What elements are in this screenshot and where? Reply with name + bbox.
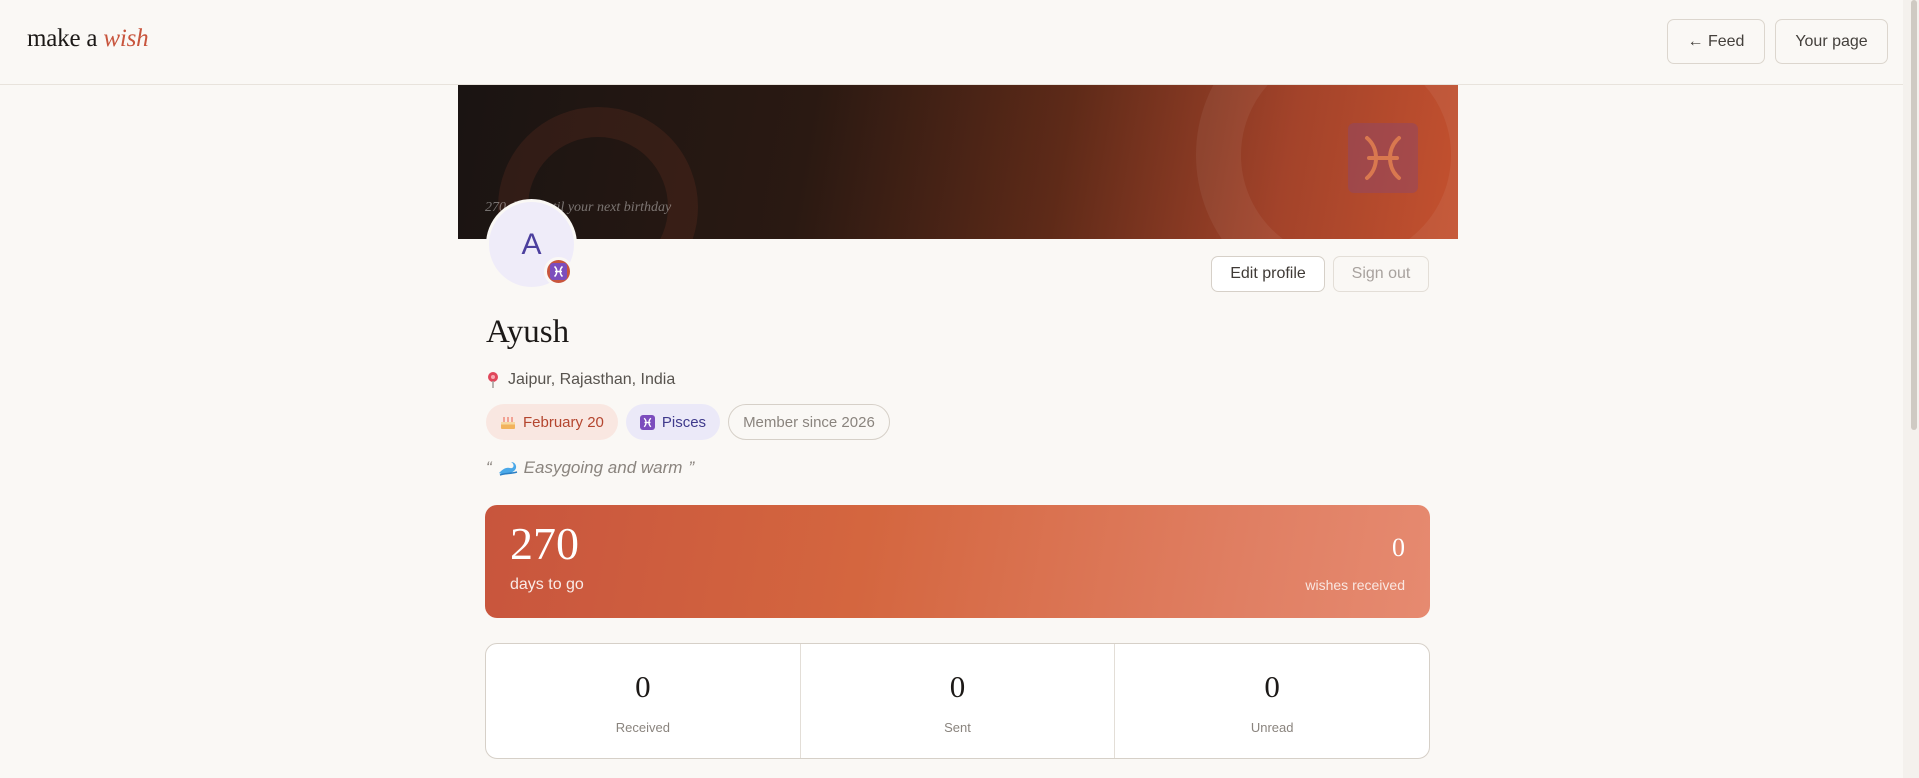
- pisces-icon: [1348, 123, 1418, 193]
- profile-quote: “ Easygoing and warm ”: [486, 456, 694, 480]
- banner-ring-decoration: [1196, 85, 1458, 239]
- zodiac-text: Pisces: [661, 413, 707, 431]
- stat-value: 0: [949, 669, 966, 704]
- stat-value: 0: [635, 669, 651, 704]
- logo-accent-text: wish: [103, 25, 149, 52]
- wishes-received-number: 0: [1392, 533, 1405, 562]
- pisces-glyph: [1365, 136, 1401, 180]
- feed-button[interactable]: ← Feed: [1667, 19, 1765, 64]
- edit-profile-button[interactable]: Edit profile: [1211, 256, 1325, 292]
- stat-label: Received: [615, 720, 670, 736]
- stat-value: 0: [1264, 669, 1280, 704]
- birthday-countdown-card: 270 days to go 0 wishes received: [485, 505, 1430, 618]
- profile-tags: February 20 Pisces Member since 2026: [486, 404, 890, 440]
- stat-label: Unread: [1250, 720, 1294, 736]
- birthday-text: February 20: [523, 413, 604, 431]
- wish-stats: 0 Received 0 Sent 0 Unread: [485, 643, 1430, 759]
- quote-open-mark: “: [486, 458, 492, 477]
- birthday-tag: February 20: [486, 404, 618, 440]
- stat-sent[interactable]: 0 Sent: [801, 644, 1116, 758]
- logo-text: make a: [27, 25, 98, 52]
- scrollbar-thumb[interactable]: [1911, 0, 1917, 430]
- logo[interactable]: make a wish: [27, 25, 149, 53]
- wave-icon: [498, 462, 517, 476]
- stat-label: Sent: [944, 720, 971, 736]
- map-pin-icon: [488, 372, 498, 388]
- days-to-go-label: days to go: [510, 576, 584, 593]
- wishes-received-label: wishes received: [1305, 577, 1405, 593]
- zodiac-badge: [544, 257, 573, 286]
- stat-unread[interactable]: 0 Unread: [1115, 644, 1429, 758]
- top-bar: make a wish ← Feed Your page: [0, 0, 1903, 85]
- profile-location: Jaipur, Rajasthan, India: [486, 368, 675, 392]
- location-text: Jaipur, Rajasthan, India: [508, 371, 676, 388]
- zodiac-tag: Pisces: [625, 404, 721, 440]
- quote-text: Easygoing and warm: [523, 458, 683, 477]
- pisces-icon: [639, 414, 655, 430]
- pisces-icon: [550, 263, 567, 280]
- quote-close-mark: ”: [688, 458, 695, 477]
- cake-icon: [501, 417, 515, 429]
- sign-out-button[interactable]: Sign out: [1333, 256, 1429, 292]
- profile-name: Ayush: [486, 314, 570, 350]
- stat-received[interactable]: 0 Received: [486, 644, 801, 758]
- profile-banner: 270 days until your next birthday: [458, 85, 1458, 239]
- member-since-tag: Member since 2026: [728, 404, 890, 440]
- your-page-button[interactable]: Your page: [1775, 19, 1888, 64]
- days-to-go-number: 270: [510, 518, 579, 569]
